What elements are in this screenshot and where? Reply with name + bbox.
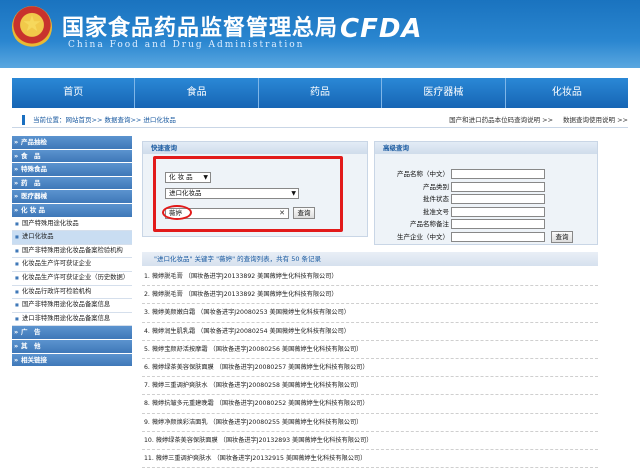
adv-field-label: 生产企业（中文） xyxy=(397,232,449,241)
approval-number-input[interactable] xyxy=(451,206,545,217)
result-row[interactable]: 6. 薇婷绿茶美容保肤面膜 （国妆备进字J20080257 美国薇婷生化科技有限… xyxy=(142,359,598,378)
adv-field-label: 批准文号 xyxy=(423,207,449,216)
sidebar-item[interactable]: 进口非特殊用途化妆品备案信息 xyxy=(12,312,132,327)
highlight-oval xyxy=(162,205,192,220)
sidebar: 产品抽检 食 品 特殊食品 药 品 医疗器械 化 妆 品 国产特殊用途化妆品 进… xyxy=(12,136,132,367)
quick-search-title: 快速查询 xyxy=(143,142,367,154)
adv-field-row: 批件状态 xyxy=(385,194,585,205)
adv-field-label: 产品类别 xyxy=(423,182,449,191)
approval-status-input[interactable] xyxy=(451,194,545,204)
highlight-box xyxy=(153,156,343,232)
sidebar-item[interactable]: 国产非特殊用途化妆品备案信息 xyxy=(12,299,132,313)
sidebar-item[interactable]: 国产特殊用途化妆品 xyxy=(12,217,132,232)
result-row[interactable]: 7. 薇婷三重调护爽肤水 （国妆备进字J20080258 美国薇婷生化科技有限公… xyxy=(142,377,598,396)
product-category-input[interactable] xyxy=(451,181,545,192)
sidebar-cat-drugs[interactable]: 药 品 xyxy=(12,176,132,190)
advanced-search-title: 高级查询 xyxy=(375,142,597,154)
adv-field-row: 产品类别 xyxy=(385,181,585,193)
adv-field-row: 批准文号 xyxy=(385,206,585,218)
results-header: "进口化妆品" 关键字 "薇婷" 的查询列表，共有 50 条记录 xyxy=(142,252,598,266)
help-links: 国产和进口药品本位码查询说明 >> 数据查询使用说明 >> xyxy=(449,112,628,127)
result-row[interactable]: 2. 薇婷脱毛膏 （国妆备进字J20133892 美国薇婷生化科技有限公司） xyxy=(142,286,598,305)
result-row[interactable]: 10. 薇婷绿茶美容保肤面膜 （国妆备进字J20132893 美国薇婷生化科技有… xyxy=(142,432,598,450)
result-row[interactable]: 8. 薇婷抗皱多元重建晚霜 （国妆备进字J20080252 美国薇婷生化科技有限… xyxy=(142,395,598,414)
advanced-search-button[interactable]: 查询 xyxy=(551,231,573,243)
result-row[interactable]: 11. 薇婷三重调护爽肤水 （国妆备进字J20132915 美国薇婷生化科技有限… xyxy=(142,450,598,468)
site-header: ★ 国家食品药品监督管理总局 China Food and Drug Admin… xyxy=(0,0,640,68)
data-query-help-link[interactable]: 数据查询使用说明 >> xyxy=(563,112,628,127)
result-row[interactable]: 9. 薇婷净颜焕彩洁面乳 （国妆备进字J20080255 美国薇婷生化科技有限公… xyxy=(142,414,598,432)
product-name-input[interactable] xyxy=(451,169,545,179)
sidebar-item[interactable]: 化妆品生产许可获证企业 xyxy=(12,258,132,272)
drug-code-help-link[interactable]: 国产和进口药品本位码查询说明 >> xyxy=(449,112,553,127)
result-row[interactable]: 5. 薇婷宝颜舒活按摩霜 （国妆备进字J20080256 美国薇婷生化科技有限公… xyxy=(142,341,598,359)
adv-field-row: 产品名称（中文） xyxy=(385,169,585,180)
cfda-logo: CFDA xyxy=(340,14,423,44)
sidebar-cat-links[interactable]: 相关链接 xyxy=(12,353,132,367)
results-list: 1. 薇婷脱毛膏 （国妆备进字J20133892 美国薇婷生化科技有限公司） 2… xyxy=(142,268,598,468)
sidebar-cat-other[interactable]: 其 他 xyxy=(12,339,132,353)
manufacturer-input[interactable] xyxy=(451,231,545,242)
main-nav: 首页 食品 药品 医疗器械 化妆品 xyxy=(12,78,628,108)
sidebar-item[interactable]: 化妆品行政许可检验机构 xyxy=(12,285,132,300)
adv-field-row: 产品名称备注 xyxy=(385,219,585,230)
advanced-search-panel: 高级查询 产品名称（中文） 产品类别 批件状态 批准文号 产品名称备注 生产企业… xyxy=(374,141,598,245)
site-subtitle: China Food and Drug Administration xyxy=(68,40,305,50)
sidebar-cat-ads[interactable]: 广 告 xyxy=(12,326,132,339)
emblem-star-icon: ★ xyxy=(22,12,42,37)
breadcrumb-marker-icon xyxy=(22,115,25,125)
adv-field-label: 产品名称备注 xyxy=(410,220,449,228)
result-row[interactable]: 3. 薇婷美颜嫩白霜 （国妆备进字J20080253 美国薇婷生化科技有限公司） xyxy=(142,304,598,323)
nav-cosmetics[interactable]: 化妆品 xyxy=(506,78,628,108)
result-row[interactable]: 1. 薇婷脱毛膏 （国妆备进字J20133892 美国薇婷生化科技有限公司） xyxy=(142,268,598,287)
sidebar-item[interactable]: 化妆品生产许可获证企业（历史数据） xyxy=(12,271,132,286)
nav-drugs[interactable]: 药品 xyxy=(259,78,383,108)
sidebar-cat-sampling[interactable]: 产品抽检 xyxy=(12,136,132,149)
breadcrumb[interactable]: 当前位置：网站首页>> 数据查询>> 进口化妆品 xyxy=(33,112,176,127)
sidebar-item-active[interactable]: 进口化妆品 xyxy=(12,231,132,245)
sidebar-cat-special-food[interactable]: 特殊食品 xyxy=(12,163,132,176)
site-title: 国家食品药品监督管理总局 xyxy=(62,15,339,41)
nav-food[interactable]: 食品 xyxy=(135,78,259,108)
result-row[interactable]: 4. 薇婷润生肌乳霜 （国妆备进字J20080254 美国薇婷生化科技有限公司） xyxy=(142,323,598,341)
adv-field-label: 批件状态 xyxy=(423,195,449,203)
sidebar-item[interactable]: 国产非特殊用途化妆品备案检验机构 xyxy=(12,244,132,259)
nav-home[interactable]: 首页 xyxy=(12,78,136,108)
nav-medical-devices[interactable]: 医疗器械 xyxy=(382,78,506,108)
breadcrumb-bar: 当前位置：网站首页>> 数据查询>> 进口化妆品 国产和进口药品本位码查询说明 … xyxy=(12,112,628,128)
product-remark-input[interactable] xyxy=(451,219,545,229)
sidebar-cat-cosmetics[interactable]: 化 妆 品 xyxy=(12,203,132,217)
sidebar-cat-devices[interactable]: 医疗器械 xyxy=(12,190,132,203)
adv-field-label: 产品名称（中文） xyxy=(397,170,449,178)
sidebar-cat-food[interactable]: 食 品 xyxy=(12,149,132,163)
